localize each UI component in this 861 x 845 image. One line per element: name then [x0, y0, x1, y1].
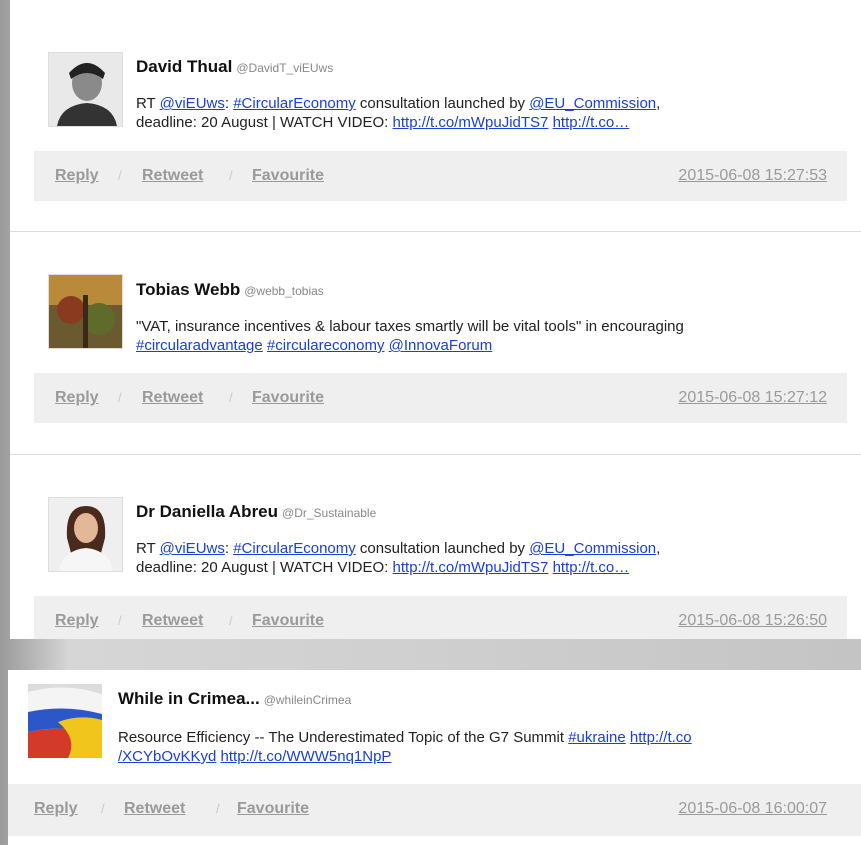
separator: / [101, 801, 105, 816]
tweet-text-segment: Resource Efficiency -- The Underestimate… [118, 729, 569, 746]
retweet-link[interactable]: Retweet [142, 167, 203, 185]
reply-link[interactable]: Reply [55, 389, 99, 407]
tweet-text-line: deadline: 20 August | WATCH VIDEO: http:… [136, 113, 660, 132]
author-handle[interactable]: @whileinCrimea [264, 693, 352, 707]
tweet-panel: While in Crimea... @whileinCrimea Resourc… [8, 670, 861, 845]
separator: / [229, 390, 233, 405]
separator: / [229, 613, 233, 628]
author-name[interactable]: Dr Daniella Abreu [136, 502, 278, 521]
reply-link[interactable]: Reply [55, 612, 99, 630]
tweet-text-line: #circularadvantage #circulareconomy @Inn… [136, 336, 684, 355]
tweet-link[interactable]: @viEUws [160, 95, 225, 112]
reply-link[interactable]: Reply [55, 167, 99, 185]
tweet-text: Resource Efficiency -- The Underestimate… [118, 728, 692, 766]
tweet-actions: Reply / Retweet / Favourite 2015-06-08 1… [34, 596, 847, 639]
timestamp[interactable]: 2015-06-08 16:00:07 [678, 800, 827, 818]
author-handle[interactable]: @webb_tobias [244, 284, 324, 298]
tweet-link[interactable]: http://t.co/mWpuJidTS7 [393, 559, 549, 576]
author-line: While in Crimea... @whileinCrimea [118, 689, 351, 709]
timestamp[interactable]: 2015-06-08 15:26:50 [678, 612, 827, 630]
tweet-link[interactable]: #ukraine [568, 729, 626, 746]
favourite-link[interactable]: Favourite [237, 800, 309, 818]
separator: / [118, 613, 122, 628]
favourite-link[interactable]: Favourite [252, 389, 324, 407]
tweet-text: RT @viEUws: #CircularEconomy consultatio… [136, 94, 660, 132]
timestamp[interactable]: 2015-06-08 15:27:53 [678, 167, 827, 185]
tweet-text: RT @viEUws: #CircularEconomy consultatio… [136, 539, 660, 577]
retweet-link[interactable]: Retweet [142, 389, 203, 407]
tweet-text-segment: "VAT, insurance incentives & labour taxe… [136, 318, 684, 335]
tweet-text-segment: , [656, 95, 661, 112]
tweet-text-segment: deadline: 20 August | WATCH VIDEO: [136, 559, 393, 576]
tweet-link[interactable]: http://t.co/mWpuJidTS7 [393, 114, 549, 131]
tweet-link[interactable]: /XCYbOvKKyd [118, 748, 216, 765]
separator: / [118, 390, 122, 405]
author-name[interactable]: While in Crimea... [118, 689, 260, 708]
tweet-link[interactable]: @EU_Commission [529, 95, 656, 112]
retweet-link[interactable]: Retweet [142, 612, 203, 630]
tweet-actions: Reply / Retweet / Favourite 2015-06-08 1… [34, 151, 847, 201]
timestamp[interactable]: 2015-06-08 15:27:12 [678, 389, 827, 407]
retweet-link[interactable]: Retweet [124, 800, 185, 818]
divider [10, 231, 861, 232]
tweet-text-line: /XCYbOvKKyd http://t.co/WWW5nq1NpP [118, 747, 692, 766]
tweet-text-line: RT @viEUws: #CircularEconomy consultatio… [136, 94, 660, 113]
tweet-link[interactable]: #circulareconomy [267, 337, 385, 354]
tweet-text-segment: : [224, 540, 234, 557]
tweet-text: "VAT, insurance incentives & labour taxe… [136, 317, 684, 355]
tweet-text-line: RT @viEUws: #CircularEconomy consultatio… [136, 539, 660, 558]
tweet-link[interactable]: http://t.co [630, 729, 692, 746]
tweet-text-segment: RT [136, 95, 160, 112]
separator: / [229, 168, 233, 183]
tweet-text-line: deadline: 20 August | WATCH VIDEO: http:… [136, 558, 660, 577]
tweet-text-line: "VAT, insurance incentives & labour taxe… [136, 317, 684, 336]
tweet-text-segment: RT [136, 540, 160, 557]
separator: / [118, 168, 122, 183]
tweet-text-segment: : [224, 95, 234, 112]
avatar[interactable] [48, 52, 123, 127]
reply-link[interactable]: Reply [34, 800, 78, 818]
avatar[interactable] [48, 274, 123, 349]
tweet-text-segment: consultation launched by [355, 540, 530, 557]
avatar[interactable] [28, 684, 102, 758]
tweet-text-segment: deadline: 20 August | WATCH VIDEO: [136, 114, 393, 131]
author-name[interactable]: David Thual [136, 57, 232, 76]
tweet-link[interactable]: @InnovaForum [389, 337, 493, 354]
tweet-link[interactable]: http://t.co… [553, 114, 630, 131]
tweet-link[interactable]: @EU_Commission [529, 540, 656, 557]
tweet-text-segment: consultation launched by [355, 95, 530, 112]
tweet-text-line: Resource Efficiency -- The Underestimate… [118, 728, 692, 747]
author-line: David Thual @DavidT_viEUws [136, 57, 333, 77]
author-handle[interactable]: @Dr_Sustainable [282, 506, 376, 520]
tweet-link[interactable]: #CircularEconomy [233, 540, 356, 557]
favourite-link[interactable]: Favourite [252, 167, 324, 185]
tweet-panel: David Thual @DavidT_viEUws RT @viEUws: #C… [10, 0, 861, 639]
tweet-link[interactable]: http://t.co/WWW5nq1NpP [221, 748, 392, 765]
tweet-link[interactable]: #CircularEconomy [233, 95, 356, 112]
tweet-link[interactable]: http://t.co… [553, 559, 630, 576]
separator: / [216, 801, 220, 816]
tweet-link[interactable]: @viEUws [160, 540, 225, 557]
author-line: Dr Daniella Abreu @Dr_Sustainable [136, 502, 376, 522]
tweet-actions: Reply / Retweet / Favourite 2015-06-08 1… [34, 373, 847, 423]
tweet-text-segment: , [656, 540, 661, 557]
favourite-link[interactable]: Favourite [252, 612, 324, 630]
author-line: Tobias Webb @webb_tobias [136, 280, 324, 300]
tweet-link[interactable]: #circularadvantage [136, 337, 263, 354]
author-handle[interactable]: @DavidT_viEUws [236, 61, 333, 75]
tweet-actions: Reply / Retweet / Favourite 2015-06-08 1… [8, 784, 861, 836]
divider [10, 454, 861, 455]
author-name[interactable]: Tobias Webb [136, 280, 240, 299]
avatar[interactable] [48, 497, 123, 572]
